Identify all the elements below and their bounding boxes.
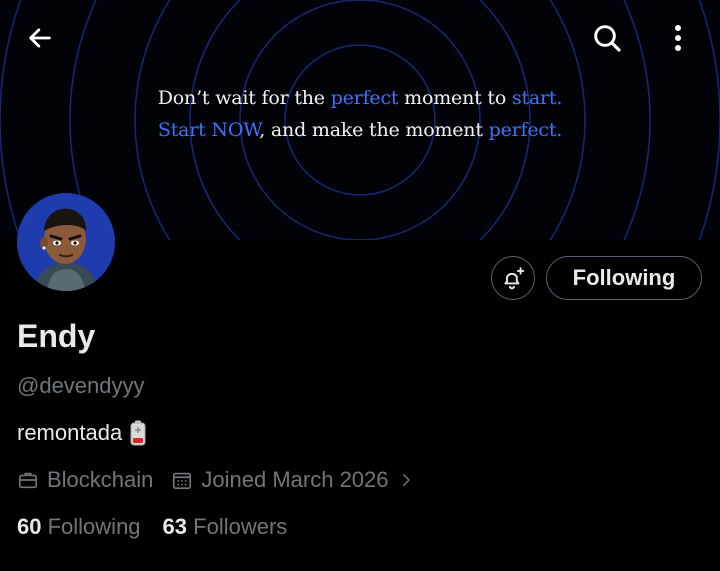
following-count: 60: [17, 514, 42, 539]
profile-meta: Blockchain Joined March 2026: [17, 467, 433, 493]
followers-label: Followers: [193, 514, 288, 539]
banner-quote-line-2: Start NOW, and make the moment perfect.: [157, 119, 563, 141]
battery-low-icon: [130, 420, 146, 446]
bio-text: remontada: [17, 420, 123, 445]
avatar[interactable]: [17, 193, 115, 291]
bell-plus-icon: [504, 267, 525, 290]
category-item: Blockchain: [17, 467, 153, 493]
chevron-right-icon: [402, 474, 410, 486]
following-label: Following: [47, 514, 141, 539]
following-count-link[interactable]: 60 Following: [17, 514, 141, 540]
joined-text: Joined March 2026: [201, 467, 389, 492]
avatar-cartoon-image: [17, 193, 115, 291]
search-icon: [594, 25, 621, 52]
arrow-left-icon: [29, 28, 51, 48]
followers-count-link[interactable]: 63 Followers: [163, 514, 288, 540]
more-vertical-icon: [675, 25, 681, 51]
more-options-button[interactable]: [654, 14, 702, 62]
profile-handle: @devendyyy: [17, 373, 145, 398]
search-button[interactable]: [583, 14, 631, 62]
calendar-icon: [173, 472, 192, 490]
banner-quote-line-1: Don’t wait for the perfect moment to sta…: [157, 87, 563, 109]
profile-bio: remontada: [17, 420, 146, 446]
category-text: Blockchain: [47, 467, 154, 492]
back-button[interactable]: [16, 14, 64, 62]
joined-item[interactable]: Joined March 2026: [171, 467, 414, 493]
notifications-bell-button[interactable]: [491, 256, 535, 300]
follow-stats: 60 Following 63 Followers: [17, 514, 287, 540]
briefcase-icon: [18, 472, 38, 489]
following-button[interactable]: Following: [546, 256, 702, 300]
followers-count: 63: [162, 514, 188, 539]
profile-name: Endy: [17, 318, 96, 354]
